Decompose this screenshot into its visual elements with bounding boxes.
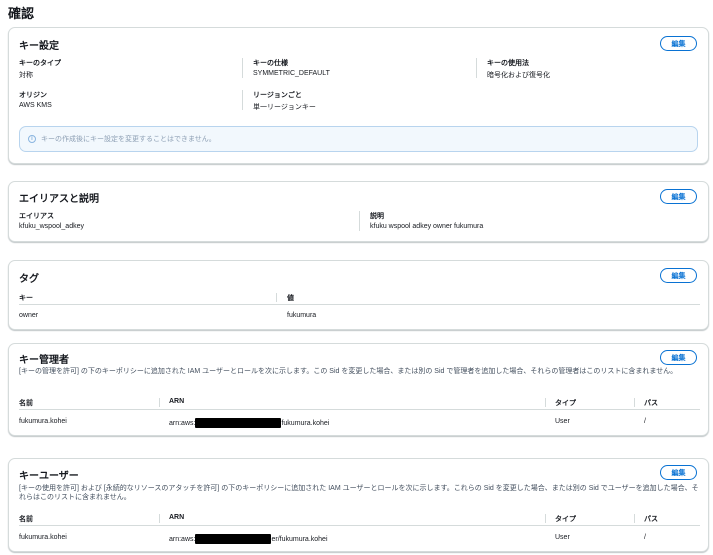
page-title: 確認	[8, 6, 35, 21]
alias-edit-button[interactable]: 編集	[660, 189, 697, 204]
key-users-title: キーユーザー	[19, 471, 79, 482]
key-admins-title: キー管理者	[19, 355, 69, 366]
key-admins-description: [キーの管理を許可] の下のキーポリシーに追加された IAM ユーザーとロールを…	[19, 368, 678, 375]
origin-value: AWS KMS	[19, 102, 52, 109]
regionality-label: リージョンごと	[253, 92, 302, 99]
user-arn: arn:aws: er/fukumura.kohei	[169, 534, 328, 544]
info-icon: i	[28, 135, 36, 143]
description-value: kfuku wspool adkey owner fukumura	[370, 223, 484, 230]
table-row: fukumura.kohei arn:aws: fukumura.kohei Us…	[19, 414, 700, 430]
tags-title: タグ	[19, 274, 39, 285]
regionality-field: リージョンごと 単一リージョンキー	[253, 90, 316, 112]
column-header-path: パス	[644, 400, 658, 407]
column-header-path: パス	[644, 516, 658, 523]
tags-edit-button[interactable]: 編集	[660, 268, 697, 283]
alias-value: kfuku_wspool_adkey	[19, 223, 84, 230]
arn-suffix: fukumura.kohei	[281, 419, 330, 427]
key-admins-edit-button[interactable]: 編集	[660, 350, 697, 365]
admin-name: fukumura.kohei	[19, 418, 67, 425]
column-divider	[159, 514, 160, 523]
info-alert: i キーの作成後にキー設定を変更することはできません。	[19, 126, 698, 152]
column-header-arn: ARN	[169, 514, 185, 521]
key-users-edit-button[interactable]: 編集	[660, 465, 697, 480]
description-label: 説明	[370, 213, 384, 220]
origin-label: オリジン	[19, 92, 47, 99]
key-type-field: キーのタイプ 対称	[19, 58, 61, 80]
regionality-value: 単一リージョンキー	[253, 104, 316, 111]
column-header-name: 名前	[19, 516, 33, 523]
column-header-name: 名前	[19, 400, 33, 407]
tag-key: owner	[19, 312, 39, 319]
origin-field: オリジン AWS KMS	[19, 90, 52, 109]
key-settings-edit-button[interactable]: 編集	[660, 36, 697, 51]
divider	[242, 90, 243, 110]
key-usage-value: 暗号化および復号化	[487, 72, 550, 79]
column-divider	[634, 398, 635, 407]
tag-value: fukumura	[287, 312, 317, 319]
user-path: /	[644, 534, 646, 541]
column-header-value: 値	[287, 295, 294, 302]
key-spec-field: キーの仕様 SYMMETRIC_DEFAULT	[253, 58, 330, 77]
column-header-key: キー	[19, 295, 33, 302]
table-row: owner fukumura	[19, 308, 700, 324]
column-divider	[545, 398, 546, 407]
alias-card: エイリアスと説明 編集 エイリアス kfuku_wspool_adkey 説明 …	[8, 181, 709, 242]
key-spec-label: キーの仕様	[253, 60, 288, 67]
key-type-value: 対称	[19, 72, 33, 79]
key-users-table-header: 名前 ARN タイプ パス	[19, 512, 700, 526]
column-divider	[545, 514, 546, 523]
key-admins-table-header: 名前 ARN タイプ パス	[19, 396, 700, 410]
tags-table-header: キー 値	[19, 291, 700, 305]
admin-arn: arn:aws: fukumura.kohei	[169, 418, 329, 428]
user-type: User	[555, 534, 570, 541]
key-admins-card: キー管理者 編集 [キーの管理を許可] の下のキーポリシーに追加された IAM …	[8, 343, 709, 436]
redaction-block	[195, 534, 272, 544]
key-spec-value: SYMMETRIC_DEFAULT	[253, 70, 330, 77]
table-row: fukumura.kohei arn:aws: er/fukumura.kohei…	[19, 530, 700, 546]
key-usage-label: キーの使用法	[487, 60, 529, 67]
column-divider	[634, 514, 635, 523]
key-settings-card: キー設定 編集 キーのタイプ 対称 キーの仕様 SYMMETRIC_DEFAUL…	[8, 27, 709, 164]
alias-title: エイリアスと説明	[19, 194, 99, 205]
column-header-type: タイプ	[555, 400, 576, 407]
column-divider	[159, 398, 160, 407]
arn-suffix: er/fukumura.kohei	[271, 535, 328, 543]
arn-prefix: arn:aws:	[169, 535, 196, 543]
key-settings-title: キー設定	[19, 41, 59, 52]
divider	[359, 211, 360, 231]
tags-card: タグ 編集 キー 値 owner fukumura	[8, 260, 709, 330]
column-header-arn: ARN	[169, 398, 185, 405]
column-header-type: タイプ	[555, 516, 576, 523]
column-divider	[276, 293, 277, 302]
user-name: fukumura.kohei	[19, 534, 67, 541]
description-field: 説明 kfuku wspool adkey owner fukumura	[370, 211, 483, 230]
divider	[476, 58, 477, 78]
admin-path: /	[644, 418, 646, 425]
key-users-card: キーユーザー 編集 [キーの使用を許可] および [永続的なリソースのアタッチを…	[8, 458, 709, 552]
redaction-block	[195, 418, 282, 428]
key-users-description: [キーの使用を許可] および [永続的なリソースのアタッチを許可] の下のキーポ…	[19, 485, 699, 501]
key-usage-field: キーの使用法 暗号化および復号化	[487, 58, 550, 80]
info-text: キーの作成後にキー設定を変更することはできません。	[41, 136, 216, 143]
divider	[242, 58, 243, 78]
arn-prefix: arn:aws:	[169, 419, 196, 427]
alias-label: エイリアス	[19, 213, 54, 220]
admin-type: User	[555, 418, 570, 425]
alias-field: エイリアス kfuku_wspool_adkey	[19, 211, 84, 230]
key-type-label: キーのタイプ	[19, 60, 61, 67]
